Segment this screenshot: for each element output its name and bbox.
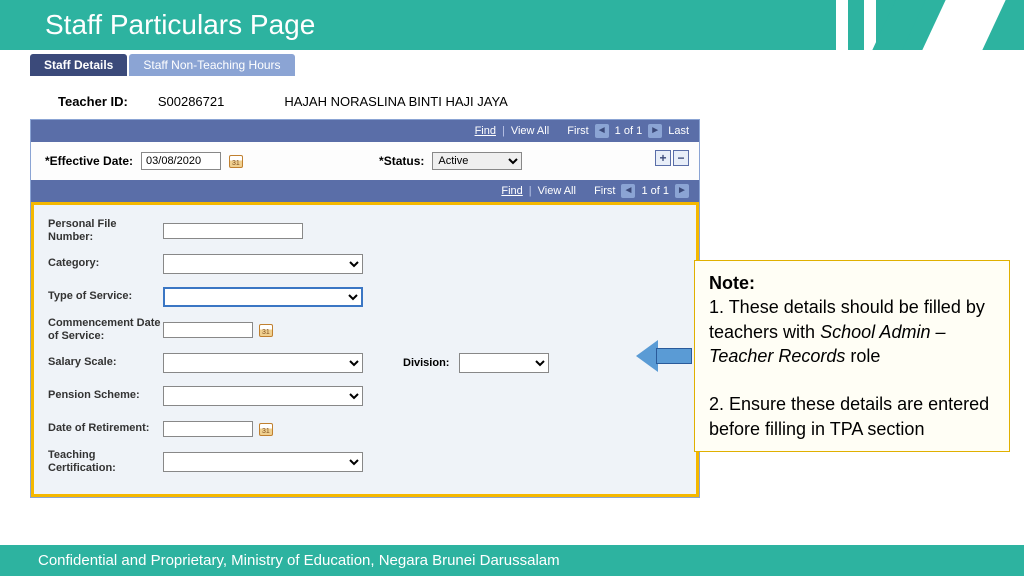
details-panel: Find | View All First ◄ 1 of 1 ► Last *E… — [30, 119, 700, 498]
header-decoration — [828, 0, 1024, 50]
note-item-2: 2. Ensure these details are entered befo… — [709, 392, 995, 441]
view-all-link[interactable]: View All — [511, 125, 549, 137]
retirement-input[interactable] — [163, 421, 253, 437]
status-select[interactable]: Active — [432, 152, 522, 170]
find-link-2[interactable]: Find — [501, 185, 522, 197]
status-label: *Status: — [379, 154, 424, 168]
type-of-service-label: Type of Service: — [48, 290, 163, 303]
certification-select[interactable] — [163, 452, 363, 472]
callout-arrow-icon — [636, 340, 692, 372]
category-label: Category: — [48, 257, 163, 270]
effective-date-input[interactable] — [141, 152, 221, 170]
retirement-label: Date of Retirement: — [48, 422, 163, 435]
note-heading: Note: — [709, 271, 995, 295]
first-link-2[interactable]: First — [594, 185, 615, 197]
calendar-icon[interactable] — [229, 155, 243, 168]
certification-label: Teaching Certification: — [48, 449, 163, 475]
tab-staff-details[interactable]: Staff Details — [30, 54, 127, 76]
next-icon-2[interactable]: ► — [675, 184, 689, 198]
teacher-info-row: Teacher ID: S00286721 HAJAH NORASLINA BI… — [58, 94, 1024, 109]
division-label: Division: — [403, 357, 449, 369]
remove-row-button[interactable]: − — [673, 150, 689, 166]
note-item-1: 1. These details should be filled by tea… — [709, 295, 995, 368]
note-callout: Note: 1. These details should be filled … — [694, 260, 1010, 452]
tab-non-teaching-hours[interactable]: Staff Non-Teaching Hours — [129, 54, 294, 76]
salary-label: Salary Scale: — [48, 356, 163, 369]
last-link[interactable]: Last — [668, 125, 689, 137]
view-all-link-2[interactable]: View All — [538, 185, 576, 197]
header-bar: Staff Particulars Page — [0, 0, 1024, 50]
footer: Confidential and Proprietary, Ministry o… — [0, 545, 1024, 576]
commencement-input[interactable] — [163, 322, 253, 338]
pension-select[interactable] — [163, 386, 363, 406]
pension-label: Pension Scheme: — [48, 389, 163, 402]
prev-icon-2[interactable]: ◄ — [621, 184, 635, 198]
teacher-id-label: Teacher ID: — [58, 94, 128, 109]
category-select[interactable] — [163, 254, 363, 274]
teacher-id-value: S00286721 — [158, 94, 225, 109]
record-count: 1 of 1 — [615, 125, 643, 137]
first-link[interactable]: First — [567, 125, 588, 137]
calendar-icon[interactable] — [259, 324, 273, 337]
prev-icon[interactable]: ◄ — [595, 124, 609, 138]
effective-row: *Effective Date: *Status: Active + − — [31, 142, 699, 180]
type-of-service-select[interactable] — [163, 287, 363, 307]
teacher-name: HAJAH NORASLINA BINTI HAJI JAYA — [284, 94, 507, 109]
page-title: Staff Particulars Page — [45, 9, 315, 41]
calendar-icon[interactable] — [259, 423, 273, 436]
pfn-label: Personal File Number: — [48, 218, 163, 244]
pfn-input[interactable] — [163, 223, 303, 239]
nav-bar-inner: Find | View All First ◄ 1 of 1 ► — [31, 180, 699, 202]
find-link[interactable]: Find — [475, 125, 496, 137]
salary-select[interactable] — [163, 353, 363, 373]
division-select[interactable] — [459, 353, 549, 373]
next-icon[interactable]: ► — [648, 124, 662, 138]
nav-bar-top: Find | View All First ◄ 1 of 1 ► Last — [31, 120, 699, 142]
effective-date-label: *Effective Date: — [45, 154, 133, 168]
add-row-button[interactable]: + — [655, 150, 671, 166]
highlighted-form: Personal File Number: Category: Type of … — [31, 202, 699, 497]
commencement-label: Commencement Date of Service: — [48, 317, 163, 343]
record-count-2: 1 of 1 — [641, 185, 669, 197]
tab-strip: Staff Details Staff Non-Teaching Hours — [30, 54, 1024, 76]
